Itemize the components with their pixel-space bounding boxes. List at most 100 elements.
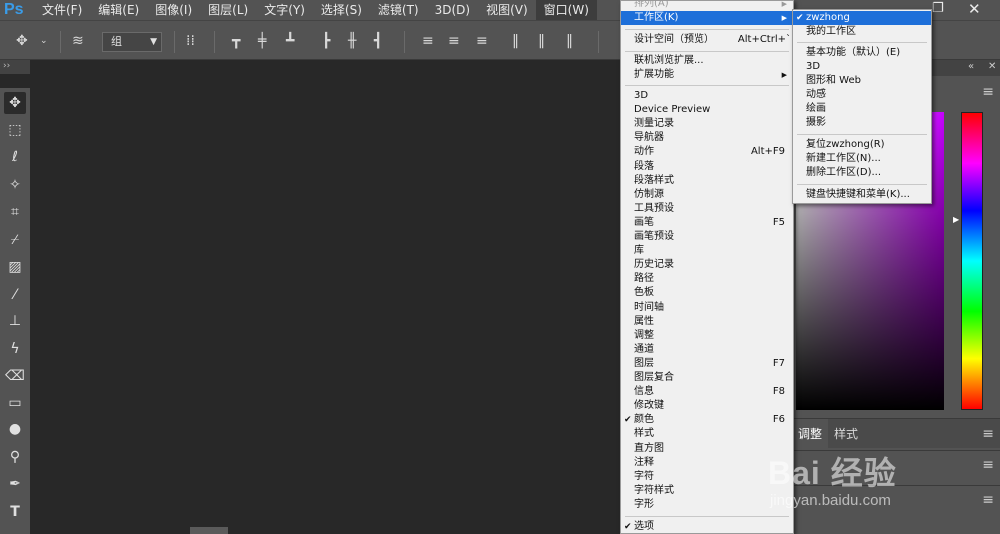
menu-item-essentials[interactable]: 基本功能（默认）(E) [793, 46, 931, 60]
collapse-dock-icon[interactable]: « [968, 61, 974, 72]
menu-item-panel[interactable]: 仿制源 [621, 188, 793, 202]
distribute-right-icon[interactable]: ‖ [566, 33, 573, 49]
align-bottom-icon[interactable]: ┻ [286, 33, 294, 49]
menu-image[interactable]: 图像(I) [147, 0, 200, 20]
menu-item-panel[interactable]: 测量记录 [621, 117, 793, 131]
menu-item-design-space[interactable]: 设计空间（预览） Alt+Ctrl+` [621, 33, 793, 47]
panel-menu-icon[interactable]: ≡ [982, 492, 994, 508]
menu-item-panel[interactable]: 路径 [621, 272, 793, 286]
menu-item-motion[interactable]: 动感 [793, 88, 931, 102]
menu-item-panel[interactable]: 画笔 F5 [621, 216, 793, 230]
menu-filter[interactable]: 滤镜(T) [370, 0, 427, 20]
menu-item-label: 图层复合 [634, 372, 674, 383]
menu-item-browse-extensions[interactable]: 联机浏览扩展... [621, 54, 793, 68]
distribute-hcenter-icon[interactable]: ‖ [538, 33, 545, 49]
menu-item-panel[interactable]: 图层 F7 [621, 357, 793, 371]
type-icon[interactable]: T [4, 501, 26, 523]
hue-slider-marker-icon[interactable]: ▶ [953, 216, 961, 224]
eraser-icon[interactable]: ⌫ [4, 365, 26, 387]
pen-icon[interactable]: ✒ [4, 473, 26, 495]
align-hcenter-icon[interactable]: ╫ [348, 33, 356, 49]
align-left-icon[interactable]: ┣ [322, 33, 330, 49]
align-top-icon[interactable]: ┳ [232, 33, 240, 49]
menu-item-panel[interactable]: 信息 F8 [621, 385, 793, 399]
menu-item-panel[interactable]: 段落样式 [621, 174, 793, 188]
dock-close-icon[interactable]: ✕ [988, 61, 996, 72]
menu-select[interactable]: 选择(S) [313, 0, 370, 20]
menu-item-panel[interactable]: 调整 [621, 329, 793, 343]
menu-item-panel[interactable]: 色板 [621, 286, 793, 300]
chevron-down-icon[interactable]: ⌄ [40, 33, 48, 49]
distribute-left-icon[interactable]: ‖ [512, 33, 519, 49]
menu-window[interactable]: 窗口(W) [535, 0, 597, 20]
history-brush-icon[interactable]: ϟ [4, 338, 26, 360]
menu-item-arrange[interactable]: 排列(A) ▶ [621, 0, 793, 11]
align-right-icon[interactable]: ┫ [374, 33, 382, 49]
menu-item-panel[interactable]: ✔ 颜色 F6 [621, 413, 793, 427]
menu-item-panel[interactable]: Device Preview [621, 103, 793, 117]
gradient-icon[interactable]: ▭ [4, 392, 26, 414]
menu-item-panel[interactable]: 历史记录 [621, 258, 793, 272]
close-icon[interactable]: ✕ [968, 0, 981, 20]
auto-select-dropdown[interactable]: 组 ▼ [102, 32, 162, 52]
menu-item-painting[interactable]: 绘画 [793, 102, 931, 116]
menu-item-photography[interactable]: 摄影 [793, 116, 931, 130]
crop-icon[interactable]: ⌗ [4, 201, 26, 223]
align-vcenter-icon[interactable]: ╪ [258, 33, 266, 49]
menu-file[interactable]: 文件(F) [34, 0, 90, 20]
menu-item-label: 键盘快捷键和菜单(K)... [806, 189, 910, 200]
menu-item-keyboard-shortcuts[interactable]: 键盘快捷键和菜单(K)... [793, 188, 931, 202]
menu-item-panel[interactable]: 通道 [621, 343, 793, 357]
menu-item-panel[interactable]: 3D [621, 89, 793, 103]
blur-icon[interactable]: ● [4, 418, 26, 440]
restore-icon[interactable]: ❐ [932, 0, 944, 20]
menu-item-my-workspace[interactable]: 我的工作区 [793, 25, 931, 39]
move-icon[interactable]: ✥ [16, 33, 28, 49]
menu-item-panel[interactable]: 库 [621, 244, 793, 258]
menu-item-panel[interactable]: 时间轴 [621, 301, 793, 315]
dodge-icon[interactable]: ⚲ [4, 446, 26, 468]
hue-slider[interactable] [961, 112, 983, 410]
menu-edit[interactable]: 编辑(E) [90, 0, 147, 20]
brush-icon[interactable]: ⁄ [4, 284, 26, 306]
menu-item-panel[interactable]: 导航器 [621, 131, 793, 145]
toolbar-collapse[interactable]: ›› [0, 60, 30, 74]
eyedropper-icon[interactable]: ⌿ [4, 229, 26, 251]
menu-item-current-workspace[interactable]: ✔ zwzhong [793, 11, 931, 25]
menu-item-panel[interactable]: 段落 [621, 160, 793, 174]
menu-item-3d-workspace[interactable]: 3D [793, 60, 931, 74]
menu-layer[interactable]: 图层(L) [200, 0, 256, 20]
menu-item-new-workspace[interactable]: 新建工作区(N)... [793, 152, 931, 166]
menu-item-delete-workspace[interactable]: 删除工作区(D)... [793, 166, 931, 180]
menu-item-extensions[interactable]: 扩展功能 ▶ [621, 68, 793, 82]
stamp-icon[interactable]: ⊥ [4, 310, 26, 332]
menu-item-panel[interactable]: 属性 [621, 315, 793, 329]
menu-view[interactable]: 视图(V) [478, 0, 536, 20]
distribute-top-icon[interactable]: ≡ [422, 33, 434, 49]
menu-item-panel[interactable]: 样式 [621, 427, 793, 441]
transform-controls-icon[interactable]: ⁞⁞ [186, 33, 195, 49]
scroll-thumb[interactable] [190, 527, 228, 534]
layers-align-icon[interactable]: ≋ [72, 33, 84, 49]
menu-3d[interactable]: 3D(D) [427, 0, 478, 20]
marquee-icon[interactable]: ⬚ [4, 119, 26, 141]
menu-type[interactable]: 文字(Y) [256, 0, 313, 20]
lasso-icon[interactable]: ℓ [4, 146, 26, 168]
healing-icon[interactable]: ▨ [4, 256, 26, 278]
menu-item-panel[interactable]: 画笔预设 [621, 230, 793, 244]
document-canvas-area[interactable] [36, 60, 620, 534]
menu-item-reset-workspace[interactable]: 复位zwzhong(R) [793, 138, 931, 152]
menu-item-panel[interactable]: 动作 Alt+F9 [621, 145, 793, 159]
magic-wand-icon[interactable]: ✧ [4, 174, 26, 196]
distribute-vcenter-icon[interactable]: ≡ [448, 33, 460, 49]
panel-menu-icon[interactable]: ≡ [982, 84, 994, 100]
panel-menu-icon[interactable]: ≡ [982, 426, 994, 442]
menu-item-workspace[interactable]: 工作区(K) ▶ [621, 11, 793, 25]
panel-menu-icon[interactable]: ≡ [982, 457, 994, 473]
menu-item-panel[interactable]: 修改键 [621, 399, 793, 413]
menu-item-panel[interactable]: 工具预设 [621, 202, 793, 216]
menu-item-panel[interactable]: 图层复合 [621, 371, 793, 385]
move-tool-icon[interactable]: ✥ [4, 92, 26, 114]
distribute-bottom-icon[interactable]: ≡ [476, 33, 488, 49]
menu-item-graphic-web[interactable]: 图形和 Web [793, 74, 931, 88]
